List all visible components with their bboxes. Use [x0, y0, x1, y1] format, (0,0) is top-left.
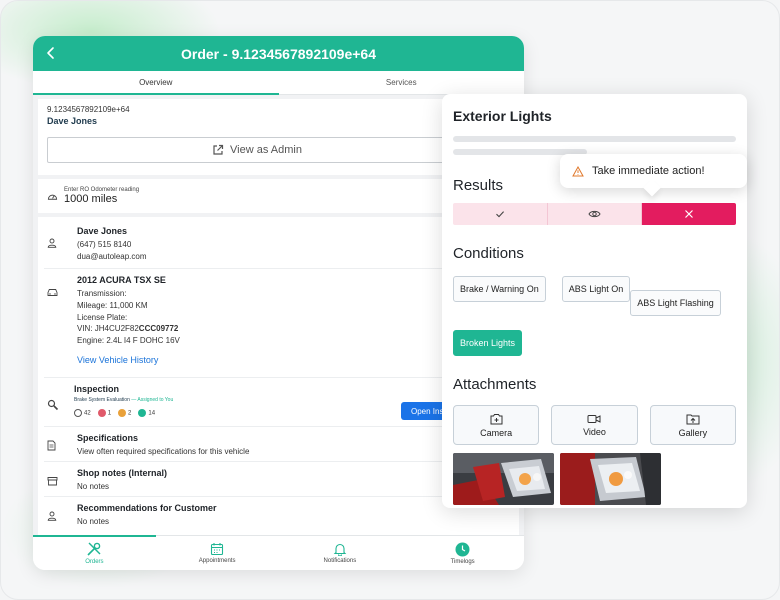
close-icon: [685, 210, 694, 218]
gallery-button[interactable]: Gallery: [649, 405, 736, 445]
tab-overview[interactable]: Overview: [33, 71, 279, 95]
order-tabs: Overview Services: [33, 71, 524, 95]
attachment-thumbnails: [453, 453, 736, 505]
magnifier-icon: [47, 399, 59, 411]
bottom-nav: Orders Appointments Notifications Timelo…: [33, 535, 524, 570]
view-as-admin-label: View as Admin: [230, 144, 302, 156]
car-icon: [47, 289, 58, 296]
pending-dot: [74, 409, 82, 417]
camera-label: Camera: [480, 427, 513, 438]
calendar-icon: [211, 543, 224, 556]
ro-number: 9.1234567892109e+64: [47, 105, 130, 114]
camera-plus-icon: [490, 413, 503, 424]
odometer-value: 1000 miles: [64, 193, 118, 205]
vin-suffix: CCC09772: [138, 324, 179, 334]
condition-chip-selected[interactable]: Broken Lights: [453, 330, 523, 356]
fail-dot: [97, 409, 106, 417]
nav-notifications-label: Notifications: [323, 558, 357, 564]
bell-icon: [333, 543, 347, 556]
document-icon: [47, 440, 56, 451]
count-pass-value: 14: [148, 410, 156, 417]
clock-icon: [455, 542, 470, 556]
screenshot-frame: Order - 9.1234567892109e+64 Overview Ser…: [0, 0, 780, 600]
attachment-photo[interactable]: [560, 453, 661, 505]
wrench-icon: [87, 542, 101, 556]
recommendations-value: No notes: [77, 517, 110, 526]
check-icon: [495, 211, 504, 218]
count-pass: 14: [138, 409, 155, 417]
speedometer-icon: [47, 194, 58, 200]
nav-orders-label: Orders: [85, 559, 104, 565]
nav-appointments-label: Appointments: [198, 558, 236, 564]
condition-chip[interactable]: Brake / Warning On: [453, 276, 546, 302]
nav-timelogs-label: Timelogs: [450, 558, 475, 565]
result-observe-button[interactable]: [547, 203, 643, 225]
video-icon: [587, 414, 601, 423]
inspection-name: Brake System Evaluation: [74, 397, 130, 403]
result-tooltip: Take immediate action!: [560, 154, 747, 188]
gallery-label: Gallery: [678, 427, 708, 438]
eye-icon: [588, 210, 601, 218]
vin-prefix: VIN: JH4CU2F82: [77, 324, 139, 334]
nav-orders[interactable]: Orders: [33, 535, 156, 570]
condition-chip[interactable]: ABS Light On: [561, 276, 631, 302]
panel-title: Exterior Lights: [453, 108, 552, 124]
external-link-icon: [213, 144, 224, 155]
warning-icon: [572, 165, 584, 176]
tooltip-text: Take immediate action!: [592, 165, 705, 177]
view-as-admin-button[interactable]: View as Admin: [47, 137, 467, 163]
result-fail-button[interactable]: [642, 203, 736, 225]
conditions-list: Brake / Warning On ABS Light On ABS Ligh…: [453, 276, 736, 356]
skeleton-line: [453, 136, 736, 142]
person-icon: [47, 238, 57, 248]
conditions-heading: Conditions: [453, 245, 524, 262]
attachment-photo[interactable]: [453, 453, 554, 505]
ro-customer-name: Dave Jones: [47, 116, 98, 126]
back-arrow-icon[interactable]: [43, 45, 59, 61]
results-selector: [453, 203, 736, 225]
tab-services[interactable]: Services: [279, 71, 525, 94]
folder-upload-icon: [686, 414, 700, 424]
count-pending-value: 42: [84, 410, 91, 417]
video-button[interactable]: Video: [551, 405, 638, 445]
inspection-assigned: — Assigned to You: [131, 397, 174, 403]
count-pending: 42: [74, 409, 91, 417]
nav-notifications[interactable]: Notifications: [279, 536, 402, 570]
result-pass-button[interactable]: [453, 203, 548, 225]
camera-button[interactable]: Camera: [453, 405, 540, 445]
video-label: Video: [583, 426, 606, 437]
page-title: Order - 9.1234567892109e+64: [181, 45, 376, 62]
warning-dot: [118, 409, 127, 417]
shop-icon: [47, 477, 58, 486]
count-fail-value: 1: [107, 410, 112, 417]
count-warning: 2: [118, 409, 131, 417]
pass-dot: [138, 409, 147, 417]
count-warning-value: 2: [128, 410, 132, 417]
nav-timelogs[interactable]: Timelogs: [401, 536, 524, 570]
app-header: Order - 9.1234567892109e+64: [33, 36, 524, 71]
person-icon: [47, 511, 57, 521]
nav-appointments[interactable]: Appointments: [156, 536, 279, 570]
condition-chip[interactable]: ABS Light Flashing: [630, 290, 721, 316]
attachments-heading: Attachments: [453, 376, 537, 393]
count-fail: 1: [97, 409, 112, 417]
attachments-actions: Camera Video Gallery: [453, 405, 736, 445]
